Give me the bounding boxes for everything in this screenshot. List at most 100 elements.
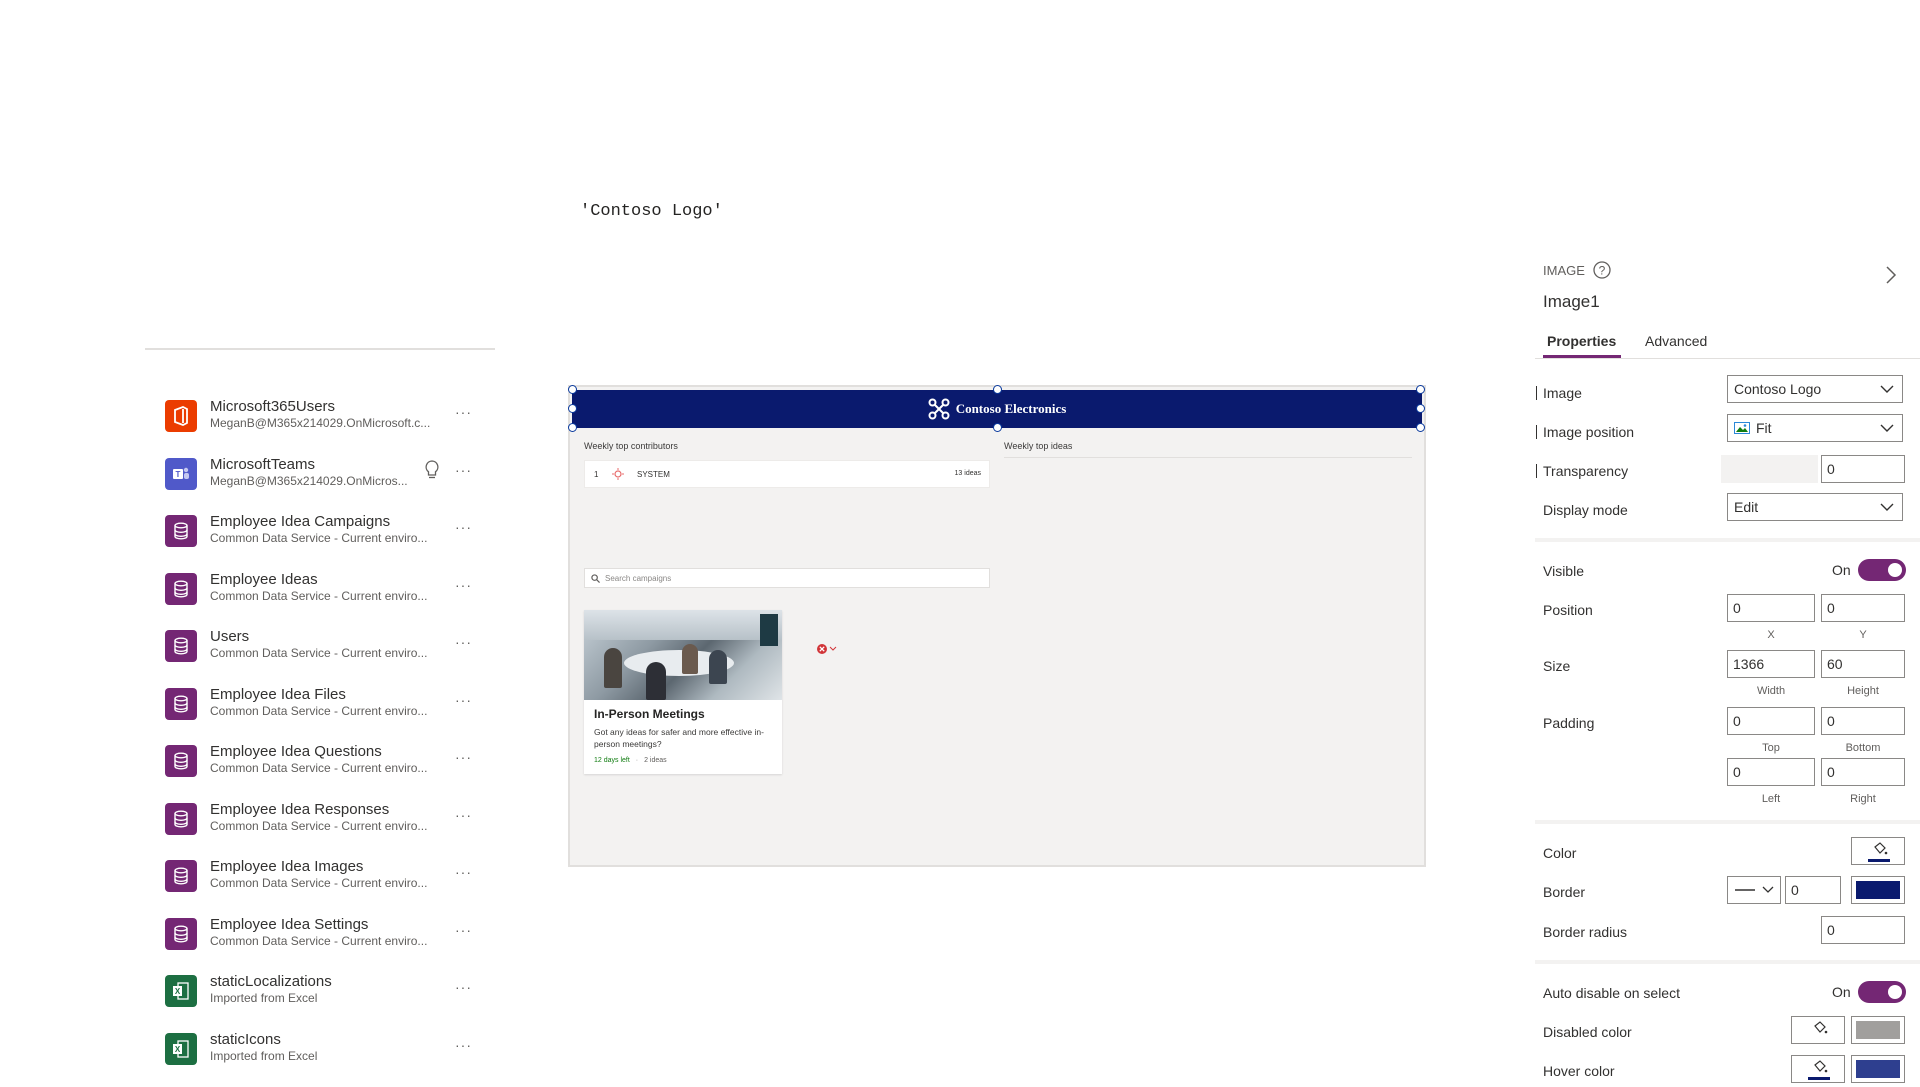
app-canvas[interactable]: Contoso Electronics Weekly top contribut… (568, 385, 1426, 867)
position-x-input[interactable]: 0 (1727, 594, 1815, 622)
data-source-item[interactable]: Employee Idea Files Common Data Service -… (165, 686, 490, 744)
error-indicator[interactable] (816, 642, 840, 660)
padding-left-input[interactable]: 0 (1727, 758, 1815, 786)
meeting-photo (584, 610, 782, 700)
size-width-input[interactable]: 1366 (1727, 650, 1815, 678)
collapse-panel-chevron-icon[interactable] (1883, 264, 1899, 286)
data-source-subtitle: Common Data Service - Current enviro... (210, 646, 428, 660)
days-left: 12 days left (594, 757, 630, 764)
data-source-item[interactable]: Employee Ideas Common Data Service - Curr… (165, 571, 490, 629)
data-source-name: staticLocalizations (210, 973, 332, 990)
data-source-name: Microsoft365Users (210, 398, 336, 415)
more-options-button[interactable]: ··· (455, 577, 472, 593)
padding-right-input[interactable]: 0 (1821, 758, 1905, 786)
help-icon[interactable]: ? (1592, 260, 1612, 280)
display-mode-dropdown[interactable]: Edit (1727, 493, 1903, 521)
border-color-button[interactable] (1851, 876, 1905, 904)
transparency-input[interactable]: 0 (1821, 455, 1905, 483)
data-source-subtitle: MeganB@M365x214029.OnMicros... (210, 473, 408, 488)
resize-handle-bc[interactable] (993, 423, 1002, 432)
auto-disable-toggle[interactable] (1858, 981, 1906, 1003)
transparency-label: Transparency (1543, 463, 1629, 479)
more-options-button[interactable]: ··· (455, 404, 472, 420)
resize-handle-tc[interactable] (993, 385, 1002, 394)
data-source-item[interactable]: Users Common Data Service - Current envir… (165, 628, 490, 686)
control-name[interactable]: Image1 (1543, 292, 1600, 312)
search-campaigns-input[interactable]: Search campaigns (584, 568, 990, 588)
data-source-name: staticIcons (210, 1030, 281, 1048)
image-position-label: Image position (1543, 424, 1635, 440)
contributor-row[interactable]: 1 SYSTEM 13 ideas (584, 460, 990, 488)
disabled-color-button[interactable] (1851, 1016, 1905, 1044)
image-position-dropdown[interactable]: Fit (1727, 414, 1903, 442)
more-options-button[interactable]: ··· (455, 462, 472, 478)
more-options-button[interactable]: ··· (455, 979, 472, 995)
lightbulb-icon[interactable] (425, 459, 439, 480)
image-fit-icon (1734, 422, 1750, 434)
color-picker-button[interactable] (1851, 837, 1905, 865)
right-caption: Right (1850, 793, 1876, 805)
position-label: Position (1543, 602, 1593, 618)
more-options-button[interactable]: ··· (455, 1037, 472, 1053)
padding-right-value: 0 (1827, 764, 1835, 780)
data-source-item[interactable]: Employee Idea Questions Common Data Servi… (165, 743, 490, 801)
border-width-input[interactable]: 0 (1785, 876, 1841, 904)
resize-handle-tr[interactable] (1416, 385, 1425, 394)
data-source-item[interactable]: T MicrosoftTeams MeganB@M365x214029.OnMicr… (165, 456, 490, 514)
hover-color-picker-button[interactable] (1791, 1055, 1845, 1083)
border-style-icon (1735, 886, 1774, 893)
more-options-button[interactable]: ··· (455, 692, 472, 708)
hover-color-button[interactable] (1851, 1055, 1905, 1083)
more-options-button[interactable]: ··· (455, 749, 472, 765)
position-y-input[interactable]: 0 (1821, 594, 1905, 622)
image-dropdown[interactable]: Contoso Logo (1727, 375, 1903, 403)
border-style-dropdown[interactable] (1727, 876, 1781, 904)
more-options-button[interactable]: ··· (455, 864, 472, 880)
resize-handle-ml[interactable] (568, 404, 577, 413)
more-options-button[interactable]: ··· (455, 519, 472, 535)
padding-top-input[interactable]: 0 (1727, 707, 1815, 735)
search-placeholder: Search campaigns (605, 573, 672, 583)
tab-properties[interactable]: Properties (1547, 333, 1616, 349)
avatar-icon (612, 468, 624, 480)
data-source-item[interactable]: Microsoft365Users MeganB@M365x214029.OnMi… (165, 398, 490, 456)
section-divider (1535, 538, 1920, 542)
more-options-button[interactable]: ··· (455, 634, 472, 650)
data-source-subtitle: Common Data Service - Current enviro... (210, 876, 428, 890)
transparency-value: 0 (1827, 461, 1835, 477)
resize-handle-tl[interactable] (568, 385, 577, 394)
tab-advanced[interactable]: Advanced (1645, 333, 1707, 349)
data-source-name: Employee Idea Responses (210, 800, 390, 818)
transparency-slider-track[interactable] (1721, 455, 1818, 483)
more-options-button[interactable]: ··· (455, 807, 472, 823)
width-caption: Width (1756, 685, 1786, 697)
visible-state: On (1832, 562, 1851, 578)
padding-bottom-input[interactable]: 0 (1821, 707, 1905, 735)
data-source-item[interactable]: Employee Idea Settings Common Data Servic… (165, 916, 490, 974)
more-options-button[interactable]: ··· (455, 922, 472, 938)
data-source-subtitle: Common Data Service - Current enviro... (210, 703, 428, 718)
paint-bucket-icon (1814, 1021, 1828, 1034)
formula-text[interactable]: 'Contoso Logo' (580, 202, 723, 221)
size-height-input[interactable]: 60 (1821, 650, 1905, 678)
resize-handle-mr[interactable] (1416, 404, 1425, 413)
visible-label: Visible (1543, 563, 1584, 579)
visible-toggle[interactable] (1858, 559, 1906, 581)
campaign-card[interactable]: In-Person Meetings Got any ideas for saf… (584, 610, 782, 774)
border-label: Border (1543, 884, 1586, 900)
data-source-item[interactable]: Employee Idea Images Common Data Service … (165, 858, 490, 916)
data-source-item[interactable]: Employee Idea Campaigns Common Data Servi… (165, 513, 490, 571)
data-source-item[interactable]: XstaticIcons Imported from Excel ··· (165, 1031, 490, 1083)
data-source-subtitle: Imported from Excel (210, 991, 318, 1005)
data-source-item[interactable]: Employee Idea Responses Common Data Servi… (165, 801, 490, 859)
top-caption: Top (1762, 742, 1780, 754)
border-radius-input[interactable]: 0 (1821, 916, 1905, 944)
disabled-color-picker-button[interactable] (1791, 1016, 1845, 1044)
error-icon (817, 644, 837, 654)
resize-handle-bl[interactable] (568, 423, 577, 432)
data-source-item[interactable]: XstaticLocalizations Imported from Excel ·… (165, 973, 490, 1031)
left-caption: Left (1761, 793, 1781, 805)
excel-icon: X (165, 1032, 197, 1065)
resize-handle-br[interactable] (1416, 423, 1425, 432)
padding-left-value: 0 (1733, 764, 1741, 780)
